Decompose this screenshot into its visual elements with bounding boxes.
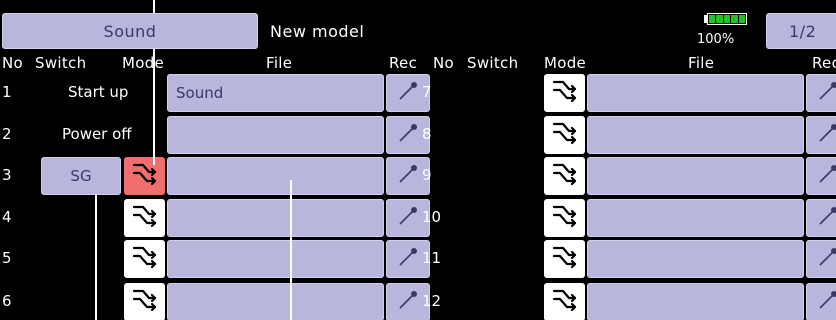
rec-button[interactable]: [806, 157, 836, 195]
mode-arrows-icon: [128, 241, 162, 277]
microphone-icon: [813, 76, 836, 110]
battery-icon: [704, 13, 748, 27]
row-number: 3: [2, 166, 12, 184]
col-mode: Mode: [122, 54, 165, 72]
microphone-icon: [393, 118, 423, 152]
row-number: 9: [422, 166, 432, 184]
col-file-right: File: [688, 54, 715, 72]
sound-tab-label: Sound: [103, 21, 157, 41]
microphone-icon: [393, 159, 423, 193]
row-number: 6: [2, 292, 12, 310]
switch-button[interactable]: SG: [41, 157, 121, 195]
file-button[interactable]: [167, 157, 384, 195]
mode-button[interactable]: [544, 157, 585, 195]
mode-button[interactable]: [124, 199, 165, 237]
microphone-icon: [393, 76, 423, 110]
col-mode-right: Mode: [544, 54, 587, 72]
microphone-icon: [813, 159, 836, 193]
mode-arrows-icon: [128, 158, 162, 194]
switch-label: Power off: [62, 125, 132, 143]
mode-arrows-icon: [548, 200, 582, 236]
microphone-icon: [813, 118, 836, 152]
microphone-icon: [813, 285, 836, 319]
mode-arrows-icon: [548, 241, 582, 277]
battery-percent: 100%: [697, 32, 735, 47]
page-indicator-label: 1/2: [789, 21, 817, 41]
microphone-icon: [813, 201, 836, 235]
file-button[interactable]: [587, 116, 804, 154]
switch-label: SG: [70, 167, 92, 185]
row-number: 12: [422, 292, 442, 310]
file-button[interactable]: [587, 240, 804, 278]
row-number: 7: [422, 83, 432, 101]
mode-arrows-icon: [548, 158, 582, 194]
microphone-icon: [393, 285, 423, 319]
col-rec: Rec: [389, 54, 418, 72]
microphone-icon: [813, 242, 836, 276]
row-number: 2: [2, 125, 12, 143]
microphone-icon: [393, 201, 423, 235]
file-button[interactable]: [587, 283, 804, 320]
mode-button[interactable]: [544, 199, 585, 237]
file-button[interactable]: [167, 199, 384, 237]
file-name: Sound: [176, 84, 224, 102]
callout-line-mode: [153, 49, 155, 165]
mode-arrows-icon: [548, 117, 582, 153]
mode-button[interactable]: [544, 74, 585, 112]
row-number: 4: [2, 208, 12, 226]
rec-button[interactable]: [806, 283, 836, 320]
file-button[interactable]: [587, 74, 804, 112]
col-switch-right: Switch: [467, 54, 519, 72]
rec-button[interactable]: [806, 74, 836, 112]
mode-button[interactable]: [544, 240, 585, 278]
row-number: 1: [2, 83, 12, 101]
row-number: 11: [422, 249, 442, 267]
mode-arrows-icon: [548, 75, 582, 111]
row-number: 10: [422, 208, 442, 226]
microphone-icon: [393, 242, 423, 276]
switch-label: Start up: [68, 83, 129, 101]
callout-line-switch: [95, 194, 97, 320]
callout-line-file: [290, 180, 292, 320]
page-indicator-button[interactable]: 1/2: [766, 13, 836, 49]
rec-button[interactable]: [806, 240, 836, 278]
file-button[interactable]: [167, 116, 384, 154]
col-no-right: No: [433, 54, 454, 72]
col-no: No: [2, 54, 23, 72]
rec-button[interactable]: [806, 199, 836, 237]
file-button[interactable]: [167, 240, 384, 278]
rec-button[interactable]: [806, 116, 836, 154]
file-button[interactable]: [587, 157, 804, 195]
sound-tab[interactable]: Sound: [2, 13, 258, 49]
mode-arrows-icon: [128, 284, 162, 320]
file-button[interactable]: [587, 199, 804, 237]
mode-button[interactable]: [124, 283, 165, 320]
model-title: New model: [270, 22, 365, 41]
callout-line-tab: [153, 0, 155, 13]
mode-arrows-icon: [128, 200, 162, 236]
col-rec-right: Rec: [812, 54, 836, 72]
col-switch: Switch: [35, 54, 87, 72]
file-button[interactable]: [167, 283, 384, 320]
mode-button[interactable]: [124, 240, 165, 278]
col-file: File: [266, 54, 293, 72]
file-button[interactable]: Sound: [167, 74, 384, 112]
mode-button[interactable]: [544, 283, 585, 320]
row-number: 8: [422, 125, 432, 143]
mode-button[interactable]: [124, 157, 165, 195]
mode-button[interactable]: [544, 116, 585, 154]
sound-screen: Sound New model 100% 1/2 No Switch Mode …: [0, 0, 836, 320]
mode-arrows-icon: [548, 284, 582, 320]
row-number: 5: [2, 249, 12, 267]
